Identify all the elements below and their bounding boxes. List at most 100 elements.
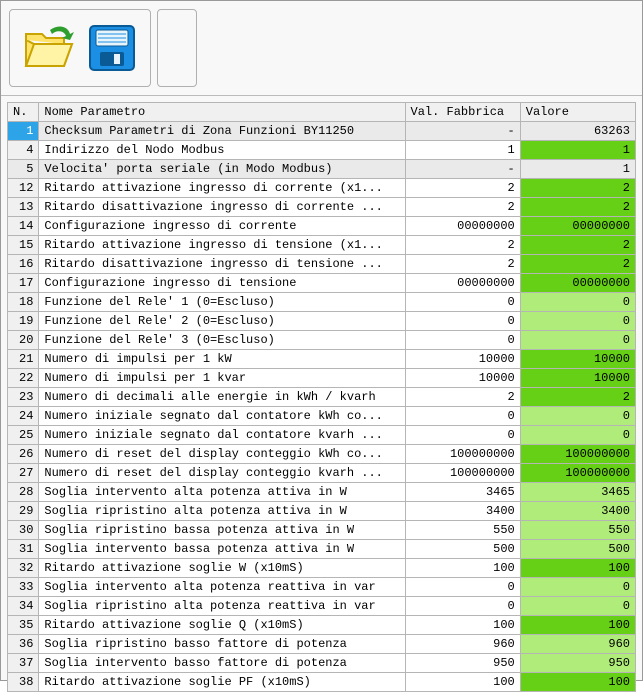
cell-n[interactable]: 22 (8, 369, 39, 388)
table-row[interactable]: 35Ritardo attivazione soglie Q (x10mS)10… (8, 616, 636, 635)
cell-val[interactable]: 2 (520, 255, 635, 274)
cell-n[interactable]: 17 (8, 274, 39, 293)
table-row[interactable]: 22Numero di impulsi per 1 kvar1000010000 (8, 369, 636, 388)
cell-n[interactable]: 12 (8, 179, 39, 198)
table-row[interactable]: 25Numero iniziale segnato dal contatore … (8, 426, 636, 445)
cell-n[interactable]: 14 (8, 217, 39, 236)
cell-val[interactable]: 0 (520, 578, 635, 597)
cell-val[interactable]: 960 (520, 635, 635, 654)
cell-n[interactable]: 1 (8, 122, 39, 141)
cell-n[interactable]: 20 (8, 331, 39, 350)
table-row[interactable]: 17Configurazione ingresso di tensione 000… (8, 274, 636, 293)
parameters-grid[interactable]: N. Nome Parametro Val. Fabbrica Valore 1… (7, 102, 636, 692)
cell-name[interactable]: Configurazione ingresso di corrente (39, 217, 405, 236)
cell-val[interactable]: 3465 (520, 483, 635, 502)
table-row[interactable]: 13Ritardo disattivazione ingresso di cor… (8, 198, 636, 217)
cell-n[interactable]: 30 (8, 521, 39, 540)
cell-val[interactable]: 2 (520, 179, 635, 198)
table-row[interactable]: 30Soglia ripristino bassa potenza attiva… (8, 521, 636, 540)
header-fab[interactable]: Val. Fabbrica (405, 103, 520, 122)
cell-val[interactable]: 3400 (520, 502, 635, 521)
cell-name[interactable]: Ritardo attivazione soglie PF (x10mS) (39, 673, 405, 692)
cell-val[interactable]: 63263 (520, 122, 635, 141)
table-row[interactable]: 28Soglia intervento alta potenza attiva … (8, 483, 636, 502)
cell-n[interactable]: 26 (8, 445, 39, 464)
cell-n[interactable]: 27 (8, 464, 39, 483)
table-row[interactable]: 32Ritardo attivazione soglie W (x10mS) 10… (8, 559, 636, 578)
cell-n[interactable]: 34 (8, 597, 39, 616)
cell-val[interactable]: 0 (520, 331, 635, 350)
cell-name[interactable]: Ritardo disattivazione ingresso di tensi… (39, 255, 405, 274)
table-row[interactable]: 29Soglia ripristino alta potenza attiva … (8, 502, 636, 521)
cell-name[interactable]: Numero iniziale segnato dal contatore kv… (39, 426, 405, 445)
table-row[interactable]: 36Soglia ripristino basso fattore di pot… (8, 635, 636, 654)
cell-val[interactable]: 10000 (520, 369, 635, 388)
cell-n[interactable]: 33 (8, 578, 39, 597)
cell-n[interactable]: 16 (8, 255, 39, 274)
cell-name[interactable]: Soglia intervento alta potenza reattiva … (39, 578, 405, 597)
cell-val[interactable]: 2 (520, 388, 635, 407)
cell-n[interactable]: 37 (8, 654, 39, 673)
cell-n[interactable]: 4 (8, 141, 39, 160)
cell-name[interactable]: Ritardo attivazione ingresso di corrente… (39, 179, 405, 198)
cell-val[interactable]: 100 (520, 559, 635, 578)
cell-n[interactable]: 23 (8, 388, 39, 407)
table-row[interactable]: 15Ritardo attivazione ingresso di tensio… (8, 236, 636, 255)
cell-n[interactable]: 36 (8, 635, 39, 654)
cell-val[interactable]: 00000000 (520, 274, 635, 293)
cell-n[interactable]: 38 (8, 673, 39, 692)
cell-n[interactable]: 29 (8, 502, 39, 521)
table-row[interactable]: 20Funzione del Rele' 3 (0=Escluso)00 (8, 331, 636, 350)
cell-name[interactable]: Numero di impulsi per 1 kvar (39, 369, 405, 388)
cell-val[interactable]: 10000 (520, 350, 635, 369)
cell-name[interactable]: Soglia intervento bassa potenza attiva i… (39, 540, 405, 559)
cell-n[interactable]: 21 (8, 350, 39, 369)
cell-n[interactable]: 32 (8, 559, 39, 578)
cell-n[interactable]: 24 (8, 407, 39, 426)
table-row[interactable]: 34Soglia ripristino alta potenza reattiv… (8, 597, 636, 616)
cell-val[interactable]: 2 (520, 236, 635, 255)
table-row[interactable]: 33Soglia intervento alta potenza reattiv… (8, 578, 636, 597)
cell-val[interactable]: 500 (520, 540, 635, 559)
cell-n[interactable]: 5 (8, 160, 39, 179)
cell-val[interactable]: 950 (520, 654, 635, 673)
cell-name[interactable]: Funzione del Rele' 1 (0=Escluso) (39, 293, 405, 312)
header-val[interactable]: Valore (520, 103, 635, 122)
cell-val[interactable]: 0 (520, 426, 635, 445)
table-row[interactable]: 18Funzione del Rele' 1 (0=Escluso)00 (8, 293, 636, 312)
table-row[interactable]: 23Numero di decimali alle energie in kWh… (8, 388, 636, 407)
cell-val[interactable]: 0 (520, 597, 635, 616)
table-row[interactable]: 27Numero di reset del display conteggio … (8, 464, 636, 483)
cell-name[interactable]: Funzione del Rele' 2 (0=Escluso) (39, 312, 405, 331)
cell-val[interactable]: 100000000 (520, 464, 635, 483)
header-name[interactable]: Nome Parametro (39, 103, 405, 122)
table-row[interactable]: 16Ritardo disattivazione ingresso di ten… (8, 255, 636, 274)
cell-val[interactable]: 1 (520, 141, 635, 160)
cell-name[interactable]: Numero di decimali alle energie in kWh /… (39, 388, 405, 407)
cell-name[interactable]: Indirizzo del Nodo Modbus (39, 141, 405, 160)
cell-name[interactable]: Ritardo disattivazione ingresso di corre… (39, 198, 405, 217)
cell-val[interactable]: 100000000 (520, 445, 635, 464)
table-row[interactable]: 26Numero di reset del display conteggio … (8, 445, 636, 464)
table-row[interactable]: 31Soglia intervento bassa potenza attiva… (8, 540, 636, 559)
cell-n[interactable]: 28 (8, 483, 39, 502)
table-row[interactable]: 21Numero di impulsi per 1 kW1000010000 (8, 350, 636, 369)
cell-name[interactable]: Configurazione ingresso di tensione (39, 274, 405, 293)
table-row[interactable]: 19Funzione del Rele' 2 (0=Escluso)00 (8, 312, 636, 331)
cell-n[interactable]: 19 (8, 312, 39, 331)
cell-n[interactable]: 25 (8, 426, 39, 445)
table-row[interactable]: 37Soglia intervento basso fattore di pot… (8, 654, 636, 673)
cell-val[interactable]: 550 (520, 521, 635, 540)
cell-name[interactable]: Soglia ripristino alta potenza reattiva … (39, 597, 405, 616)
table-row[interactable]: 24Numero iniziale segnato dal contatore … (8, 407, 636, 426)
cell-name[interactable]: Ritardo attivazione soglie W (x10mS) (39, 559, 405, 578)
cell-name[interactable]: Numero iniziale segnato dal contatore kW… (39, 407, 405, 426)
cell-name[interactable]: Ritardo attivazione ingresso di tensione… (39, 236, 405, 255)
table-row[interactable]: 4Indirizzo del Nodo Modbus11 (8, 141, 636, 160)
cell-name[interactable]: Soglia intervento alta potenza attiva in… (39, 483, 405, 502)
cell-n[interactable]: 31 (8, 540, 39, 559)
table-row[interactable]: 12Ritardo attivazione ingresso di corren… (8, 179, 636, 198)
cell-n[interactable]: 15 (8, 236, 39, 255)
cell-name[interactable]: Soglia intervento basso fattore di poten… (39, 654, 405, 673)
cell-n[interactable]: 13 (8, 198, 39, 217)
